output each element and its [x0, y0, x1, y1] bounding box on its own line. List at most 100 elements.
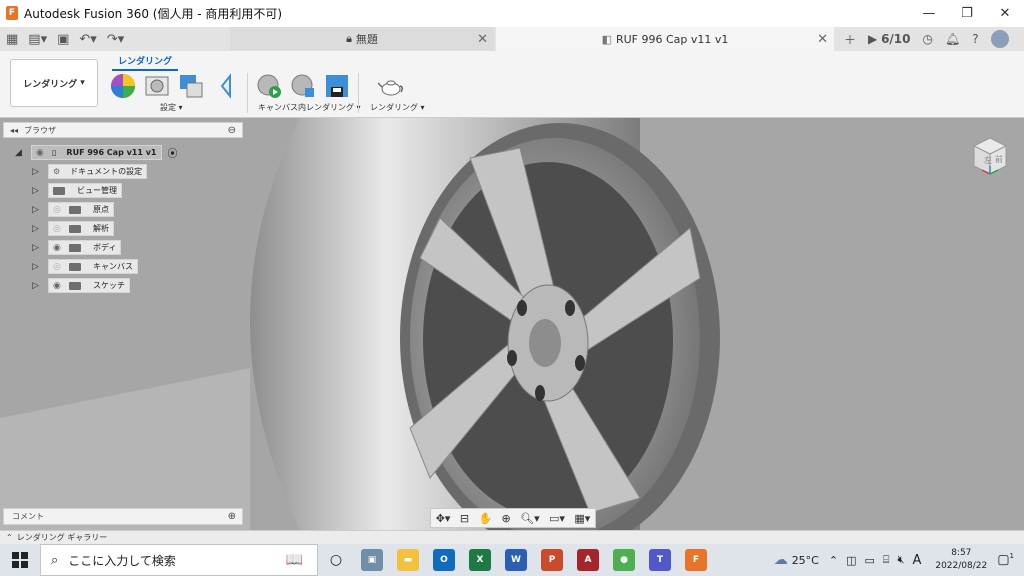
decal-icon[interactable] [214, 73, 240, 99]
search-highlight-icon[interactable]: 📖 [286, 552, 303, 568]
in-canvas-render-settings-icon[interactable] [290, 73, 316, 99]
tree-root-pill[interactable]: ◉ ▯ RUF 996 Cap v11 v1 [31, 145, 162, 160]
minus-icon[interactable]: ⊖ [228, 125, 236, 136]
volume-muted-icon[interactable]: 🔇︎ [898, 553, 905, 567]
eye-hidden-icon[interactable]: ◎ [53, 262, 65, 272]
ime-indicator[interactable]: A [912, 553, 921, 568]
canvas-viewport[interactable] [0, 118, 1024, 530]
render-gallery-bar[interactable]: ⌃ レンダリング ギャラリー [0, 530, 1024, 544]
new-tab-icon[interactable]: ＋ [844, 31, 856, 48]
help-icon[interactable]: ? [972, 32, 978, 46]
network-icon[interactable]: ⌸ [883, 553, 890, 567]
viewcube[interactable]: 左 前 [964, 130, 1012, 178]
word-app-icon[interactable]: W [505, 549, 527, 571]
data-panel-grid-icon[interactable]: ▦ [6, 32, 18, 47]
tree-item-origin[interactable]: ▷ ◎ 原点 [32, 202, 114, 217]
notification-center-icon[interactable]: ▢1 [997, 552, 1014, 567]
eye-icon[interactable]: ◉ [53, 243, 65, 253]
expand-arrow-icon[interactable]: ▷ [32, 262, 42, 272]
expand-arrow-icon[interactable]: ▷ [32, 224, 42, 234]
folder-icon [69, 224, 81, 233]
tree-root[interactable]: ◢ ◉ ▯ RUF 996 Cap v11 v1 ⦿ [15, 145, 178, 160]
eye-hidden-icon[interactable]: ◎ [53, 224, 65, 234]
zoom-icon[interactable]: ⊕ [502, 512, 511, 525]
file-menu-icon[interactable]: ▤▾ [28, 32, 47, 47]
notifications-bell-icon[interactable]: 🔔︎ [945, 32, 960, 46]
tree-item-bodies[interactable]: ▷ ◉ ボディ [32, 240, 122, 255]
expand-arrow-icon[interactable]: ▷ [32, 186, 42, 196]
tree-item-sketches[interactable]: ▷ ◉ スケッチ [32, 278, 130, 293]
fusion-app-icon: F [6, 6, 18, 20]
folder-icon [69, 243, 81, 252]
render-group-label[interactable]: レンダリング ▾ [370, 102, 425, 113]
excel-app-icon[interactable]: X [469, 549, 491, 571]
weather-cloud-icon[interactable]: ☁ [774, 552, 788, 568]
minimize-button[interactable]: — [910, 0, 948, 26]
explorer-app-icon[interactable]: ▣ [361, 549, 383, 571]
outlook-app-icon[interactable]: O [433, 549, 455, 571]
user-avatar[interactable] [990, 30, 1009, 48]
save-icon[interactable]: ▣ [57, 32, 69, 47]
undo-icon[interactable]: ↶▾ [79, 32, 96, 47]
tree-item-analysis[interactable]: ▷ ◎ 解析 [32, 221, 114, 236]
expand-arrow-icon[interactable]: ▷ [32, 243, 42, 253]
restore-button[interactable]: ❐ [948, 0, 986, 26]
chrome-app-icon[interactable]: ● [613, 549, 635, 571]
eye-hidden-icon[interactable]: ◎ [53, 205, 65, 215]
tab-close-icon[interactable]: ✕ [817, 32, 828, 47]
look-at-icon[interactable]: ⊟ [460, 512, 469, 525]
collapse-icon[interactable]: ◂◂ [10, 126, 18, 135]
tree-item-pill: ◎ 原点 [48, 202, 114, 217]
tree-item-named-views[interactable]: ▷ ビュー管理 [32, 183, 122, 198]
display-icon[interactable]: ▭ [865, 554, 875, 567]
access-app-icon[interactable]: A [577, 549, 599, 571]
history-icon[interactable]: ◷ [923, 32, 933, 46]
tree-item-document-settings[interactable]: ▷ ⚙ ドキュメントの設定 [32, 164, 148, 179]
setup-group-label[interactable]: 設定 ▾ [160, 102, 183, 113]
grid-settings-icon[interactable]: ▦▾ [574, 512, 590, 525]
tree-item-canvases[interactable]: ▷ ◎ キャンバス [32, 259, 138, 274]
camera-icon[interactable]: ◫ [846, 554, 856, 567]
close-button[interactable]: ✕ [986, 0, 1024, 26]
workspace-label: レンダリング [23, 79, 78, 90]
add-comment-icon[interactable]: ⊕ [228, 511, 236, 522]
scene-settings-icon[interactable] [144, 73, 170, 99]
folder-app-icon[interactable]: ▬ [397, 549, 419, 571]
canvas-render-group-label[interactable]: キャンバス内レンダリング ▾ [258, 102, 361, 113]
activate-radio-icon[interactable]: ⦿ [168, 145, 178, 160]
show-hidden-icons-icon[interactable]: ⌃ [829, 554, 838, 567]
tab-render[interactable]: レンダリング [112, 54, 179, 71]
fusion-taskbar-icon[interactable]: F [685, 549, 707, 571]
tab-active-document[interactable]: ◧ RUF 996 Cap v11 v1 ✕ [496, 27, 834, 51]
pan-icon[interactable]: ✋ [478, 512, 492, 525]
expand-arrow-icon[interactable]: ▷ [32, 205, 42, 215]
job-status[interactable]: ▶ 6/10 [868, 32, 910, 46]
task-view-icon[interactable]: ○ [325, 549, 347, 571]
appearance-icon[interactable] [110, 73, 136, 99]
tab-untitled[interactable]: 🔒︎ 無題 ✕ [230, 27, 494, 51]
search-icon: ⌕ [51, 552, 59, 568]
redo-icon[interactable]: ↷▾ [107, 32, 124, 47]
teapot-render-icon[interactable] [378, 73, 404, 99]
tab-label: 無題 [355, 33, 378, 46]
expand-arrow-icon[interactable]: ▷ [32, 167, 42, 177]
display-settings-icon[interactable]: ▭▾ [549, 512, 565, 525]
in-canvas-render-icon[interactable] [256, 73, 282, 99]
start-button[interactable] [0, 544, 40, 576]
teams-app-icon[interactable]: T [649, 549, 671, 571]
orbit-icon[interactable]: ✥▾ [436, 512, 451, 525]
zoom-window-icon[interactable]: 🔍︎▾ [520, 512, 540, 525]
expanded-icon[interactable]: ◢ [15, 148, 25, 158]
weather-temp[interactable]: 25°C [792, 554, 819, 567]
powerpoint-app-icon[interactable]: P [541, 549, 563, 571]
taskbar-search-box[interactable]: ⌕ ここに入力して検索 📖 [40, 544, 318, 576]
texture-map-icon[interactable] [178, 73, 204, 99]
capture-image-icon[interactable] [324, 73, 350, 99]
tab-close-icon[interactable]: ✕ [477, 32, 488, 47]
clock[interactable]: 8:57 2022/08/22 [935, 547, 987, 573]
eye-icon[interactable]: ◉ [53, 281, 65, 291]
expand-gallery-icon[interactable]: ⌃ [6, 533, 13, 542]
expand-arrow-icon[interactable]: ▷ [32, 281, 42, 291]
workspace-selector[interactable]: レンダリング ▾ [10, 59, 98, 107]
eye-icon[interactable]: ◉ [36, 148, 48, 158]
